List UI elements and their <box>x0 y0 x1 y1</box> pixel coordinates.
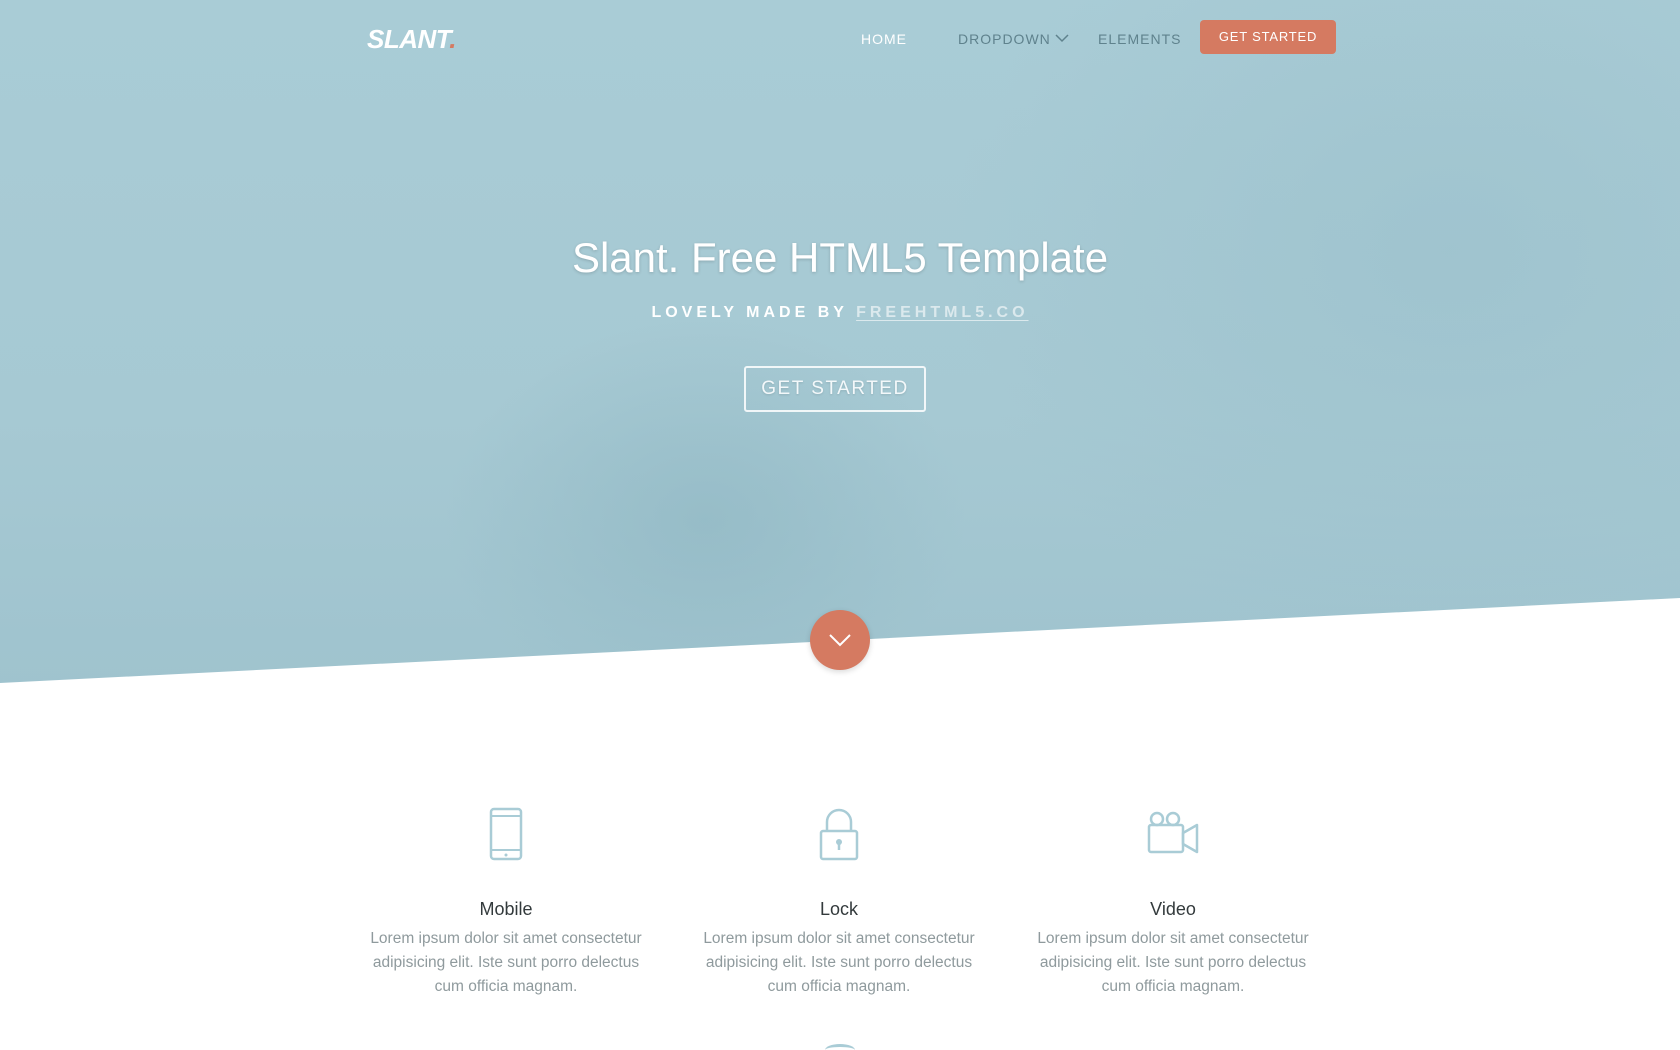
next-section-icon-hint <box>825 1044 855 1050</box>
page: SLANT. HOME DROPDOWN ELEMENTS GET STARTE… <box>0 0 1680 1050</box>
logo-text: SLANT <box>367 24 450 54</box>
hero-subtitle-prefix: LOVELY MADE BY <box>651 304 857 321</box>
nav-home-link[interactable]: HOME <box>861 31 907 47</box>
scroll-down-button[interactable] <box>810 610 870 670</box>
top-navbar: SLANT. HOME DROPDOWN ELEMENTS GET STARTE… <box>0 0 1680 80</box>
video-icon <box>1147 811 1199 854</box>
nav-get-started-button[interactable]: GET STARTED <box>1200 20 1336 54</box>
feature-text: Lorem ipsum dolor sit amet consectetur a… <box>370 930 642 995</box>
feature-title: Mobile <box>479 899 533 919</box>
hero-subtitle: LOVELY MADE BY FREEHTML5.CO <box>0 304 1680 322</box>
hero-title: Slant. Free HTML5 Template <box>571 234 1109 281</box>
hero-get-started-button[interactable]: GET STARTED <box>744 366 926 412</box>
lock-icon <box>819 808 859 861</box>
logo-dot: . <box>449 24 456 54</box>
feature-text: Lorem ipsum dolor sit amet consectetur a… <box>703 930 975 995</box>
feature-mobile: Mobile Lorem ipsum dolor sit amet consec… <box>361 806 651 999</box>
freehtml5-link[interactable]: FREEHTML5.CO <box>856 304 1028 321</box>
feature-lock: Lock Lorem ipsum dolor sit amet consecte… <box>694 806 984 999</box>
feature-text: Lorem ipsum dolor sit amet consectetur a… <box>1037 930 1309 995</box>
feature-title: Lock <box>819 899 859 919</box>
nav-elements-link[interactable]: ELEMENTS <box>1098 31 1181 47</box>
mobile-icon <box>489 807 523 861</box>
chevron-down-icon <box>829 634 851 647</box>
site-logo[interactable]: SLANT. <box>367 24 456 55</box>
feature-video: Video Lorem ipsum dolor sit amet consect… <box>1028 806 1318 999</box>
hero-section <box>0 0 1680 683</box>
feature-title: Video <box>1150 899 1196 919</box>
nav-dropdown-link[interactable]: DROPDOWN <box>958 31 1051 47</box>
chevron-down-icon[interactable] <box>1054 31 1070 45</box>
